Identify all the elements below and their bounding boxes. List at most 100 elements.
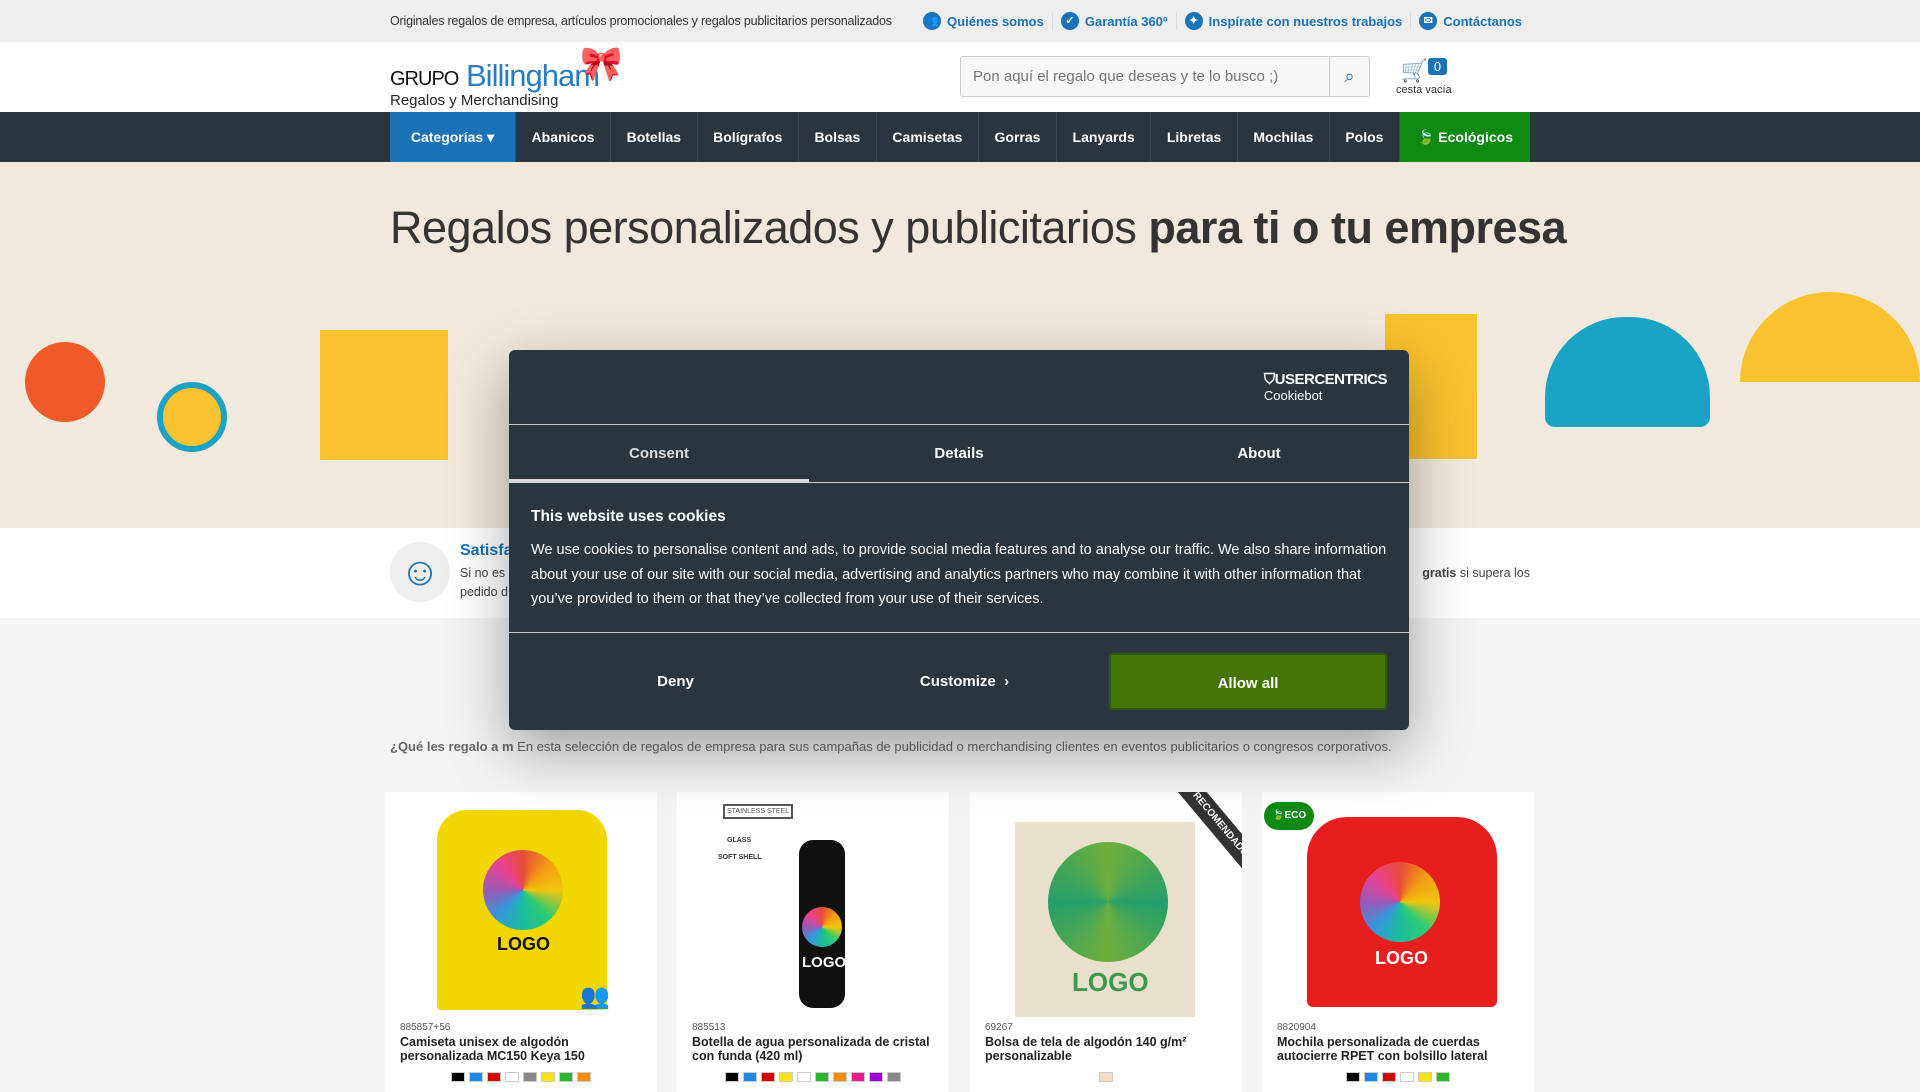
nav-polos[interactable]: Polos (1330, 112, 1400, 162)
product-card[interactable]: LOGO 🍃ECO 8820904 Mochila personalizada … (1262, 792, 1534, 1092)
search-box: ⌕ (960, 56, 1370, 97)
deny-button[interactable]: Deny (531, 673, 820, 690)
search-button[interactable]: ⌕ (1329, 57, 1369, 96)
satisfaction-line1: Si no es (460, 566, 506, 580)
color-swatch[interactable] (779, 1072, 793, 1082)
people-icon: 👥 (580, 983, 610, 1010)
product-card[interactable]: LOGO RECOMENDADO 69267 Bolsa de tela de … (970, 792, 1242, 1092)
product-name[interactable]: Botella de agua personalizada de cristal… (692, 1035, 942, 1063)
color-swatch[interactable] (541, 1072, 555, 1082)
cookie-title: This website uses cookies (531, 508, 726, 525)
color-swatch[interactable] (577, 1072, 591, 1082)
color-swatch[interactable] (1436, 1072, 1450, 1082)
logo-grupo: GRUPO (390, 68, 459, 90)
cap-illustration (1545, 317, 1710, 427)
color-swatch[interactable] (505, 1072, 519, 1082)
color-swatch[interactable] (1364, 1072, 1378, 1082)
site-logo[interactable]: GRUPO Billingham 🎀 Regalos y Merchandisi… (390, 45, 635, 110)
color-swatch[interactable] (1099, 1072, 1113, 1082)
product-code: 69267 (985, 1022, 1013, 1033)
nav-ecologicos-label: Ecológicos (1438, 129, 1513, 145)
umbrella-illustration (1740, 292, 1920, 382)
ball-illustration (25, 342, 105, 422)
color-swatch[interactable] (887, 1072, 901, 1082)
product-name[interactable]: Mochila personalizada de cuerdas autocie… (1277, 1035, 1527, 1063)
tab-details[interactable]: Details (809, 425, 1109, 482)
color-swatches (970, 1072, 1242, 1082)
logo-subtitle: Regalos y Merchandising (390, 92, 559, 109)
logo-label: LOGO (1072, 967, 1149, 997)
nav-libretas[interactable]: Libretas (1151, 112, 1238, 162)
mail-icon: ✉ (1419, 12, 1438, 30)
users-icon: 👥 (923, 12, 942, 30)
cookie-body: This website uses cookies We use cookies… (509, 483, 1409, 633)
cookie-actions: Deny Customize › Allow all (509, 633, 1409, 729)
color-swatches (677, 1072, 949, 1082)
product-card[interactable]: LOGO 👥 885857+56 Camiseta unisex de algo… (385, 792, 657, 1092)
color-swatch[interactable] (743, 1072, 757, 1082)
nav-mochilas[interactable]: Mochilas (1238, 112, 1330, 162)
nav-abanicos[interactable]: Abanicos (516, 112, 612, 162)
product-code: 885857+56 (400, 1022, 451, 1033)
color-swatch[interactable] (451, 1072, 465, 1082)
color-swatch[interactable] (523, 1072, 537, 1082)
tagline: Originales regalos de empresa, artículos… (390, 14, 892, 28)
header: GRUPO Billingham 🎀 Regalos y Merchandisi… (0, 42, 1920, 112)
cart[interactable]: 🛒 0 cesta vacía (1396, 58, 1452, 96)
color-swatch[interactable] (869, 1072, 883, 1082)
brand-name: USERCENTRICS (1274, 371, 1388, 388)
product-name[interactable]: Camiseta unisex de algodón personalizada… (400, 1035, 650, 1063)
nav-gorras[interactable]: Gorras (979, 112, 1057, 162)
search-input[interactable] (961, 57, 1329, 96)
idea-icon: ✦ (1184, 12, 1203, 30)
guarantee-link[interactable]: ✓ Garantía 360º (1051, 12, 1176, 30)
steel-label: STAINLESS STEEL (723, 804, 794, 819)
leaf-icon: 🍃 (1416, 128, 1439, 145)
tab-consent[interactable]: Consent (509, 425, 809, 483)
color-swatch[interactable] (851, 1072, 865, 1082)
nav-lanyards[interactable]: Lanyards (1057, 112, 1152, 162)
cookie-tabs: Consent Details About (509, 425, 1409, 483)
nav-boligrafos[interactable]: Bolígrafos (698, 112, 799, 162)
color-swatch[interactable] (469, 1072, 483, 1082)
color-swatch[interactable] (1382, 1072, 1396, 1082)
color-swatch[interactable] (797, 1072, 811, 1082)
color-swatch[interactable] (761, 1072, 775, 1082)
cart-count: 0 (1427, 58, 1448, 75)
color-swatch[interactable] (559, 1072, 573, 1082)
shipping-text: gratis si supera los (1422, 566, 1530, 580)
product-name[interactable]: Bolsa de tela de algodón 140 g/m² person… (985, 1035, 1235, 1063)
shipping-bold: gratis (1422, 566, 1457, 580)
tab-about[interactable]: About (1109, 425, 1409, 482)
color-swatch[interactable] (833, 1072, 847, 1082)
color-swatch[interactable] (1400, 1072, 1414, 1082)
nav-ecologicos[interactable]: 🍃 Ecológicos (1399, 112, 1530, 162)
color-swatch[interactable] (1418, 1072, 1432, 1082)
color-swatch[interactable] (815, 1072, 829, 1082)
product-image: LOGO 🍃ECO (1262, 792, 1534, 1017)
top-bar: Originales regalos de empresa, artículos… (0, 0, 1920, 42)
product-image: LOGO RECOMENDADO (970, 792, 1242, 1017)
keychain-illustration (157, 382, 227, 452)
product-code: 8820904 (1277, 1022, 1316, 1033)
eco-badge: 🍃ECO (1264, 802, 1315, 830)
satisfaction-title: Satisfa (460, 542, 513, 559)
color-swatch[interactable] (1346, 1072, 1360, 1082)
color-swatch[interactable] (487, 1072, 501, 1082)
shipping-rest: si supera los (1456, 566, 1530, 580)
nav-bolsas[interactable]: Bolsas (799, 112, 877, 162)
about-link[interactable]: 👥 Quiénes somos (915, 12, 1052, 30)
nav-camisetas[interactable]: Camisetas (877, 112, 979, 162)
product-card[interactable]: STAINLESS STEEL GLASS SOFT SHELL LOGO 88… (677, 792, 949, 1092)
nav-botellas[interactable]: Botellas (611, 112, 698, 162)
contact-link[interactable]: ✉ Contáctanos (1410, 12, 1530, 30)
brand-sub: Cookiebot (1263, 388, 1323, 403)
product-code: 885513 (692, 1022, 726, 1033)
customize-button[interactable]: Customize › (820, 673, 1109, 690)
cookie-dialog-header: ⛉USERCENTRICS Cookiebot (509, 350, 1409, 425)
allow-all-button[interactable]: Allow all (1109, 652, 1387, 710)
nav-categorias[interactable]: Categorías ▾ (390, 112, 516, 162)
hero-title: Regalos personalizados y publicitarios p… (390, 202, 1567, 254)
inspiration-link[interactable]: ✦ Inspírate con nuestros trabajos (1175, 12, 1411, 30)
color-swatch[interactable] (725, 1072, 739, 1082)
